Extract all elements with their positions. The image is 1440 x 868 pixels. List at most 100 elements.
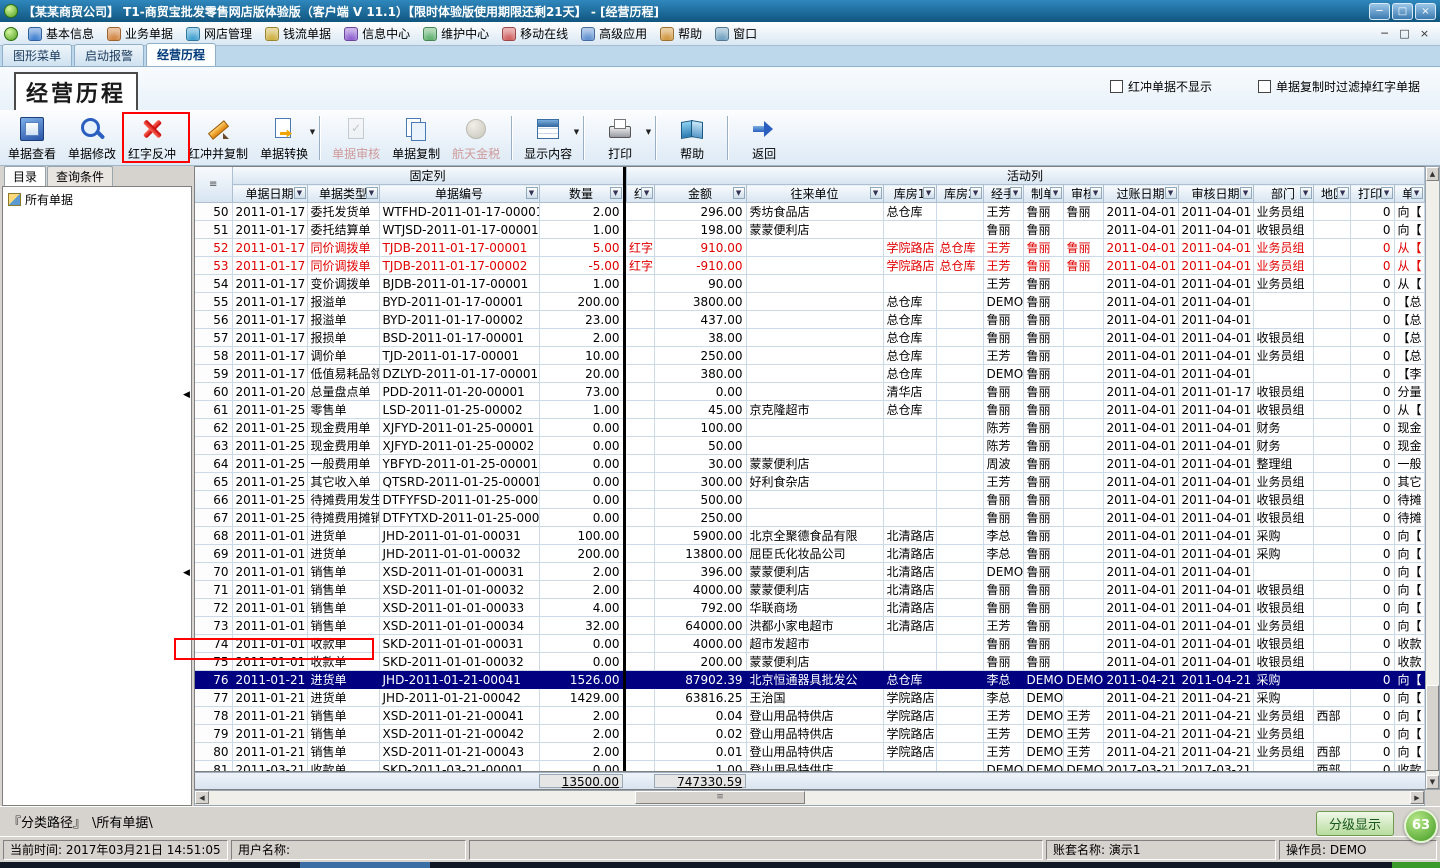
- table-row-65[interactable]: 652011-01-25其它收入单QTSRD-2011-01-25-000010…: [195, 473, 1424, 491]
- table-row-75[interactable]: 752011-01-01收款单SKD-2011-01-01-000320.002…: [195, 653, 1424, 671]
- sidebar-tab-query-conditions[interactable]: 查询条件: [47, 166, 113, 186]
- filter-dropdown-icon[interactable]: ▼: [1337, 187, 1349, 199]
- column-header-code[interactable]: 单据编号▼: [379, 185, 539, 203]
- checkbox-hide-red-docs[interactable]: 红冲单据不显示: [1110, 78, 1212, 95]
- menu-item-mobile-online[interactable]: 移动在线: [497, 23, 576, 44]
- filter-dropdown-icon[interactable]: ▼: [1010, 187, 1022, 199]
- table-row-51[interactable]: 512011-01-17委托结算单WTJSD-2011-01-17-000011…: [195, 221, 1424, 239]
- horizontal-scroll-thumb[interactable]: ≡: [635, 791, 805, 804]
- mdi-minimize-button[interactable]: ─: [1377, 27, 1392, 40]
- table-row-50[interactable]: 502011-01-17委托发货单WTFHD-2011-01-17-000012…: [195, 203, 1424, 221]
- column-header-creator[interactable]: 制单人▼: [1023, 185, 1063, 203]
- table-row-74[interactable]: 742011-01-01收款单SKD-2011-01-01-000310.004…: [195, 635, 1424, 653]
- tab-startup-alert[interactable]: 启动报警: [74, 44, 144, 66]
- toolbar-help-button[interactable]: 帮助: [662, 114, 722, 162]
- vertical-scrollbar[interactable]: ▲ ▼: [1425, 166, 1440, 790]
- table-row-73[interactable]: 732011-01-01销售单XSD-2011-01-01-0003432.00…: [195, 617, 1424, 635]
- taskbar-item[interactable]: [300, 862, 430, 868]
- table-row-67[interactable]: 672011-01-25待摊费用摊销DTFYTXD-2011-01-25-000…: [195, 509, 1424, 527]
- column-header-amount[interactable]: 金额▼: [654, 185, 746, 203]
- column-header-audit-date[interactable]: 审核日期▼: [1178, 185, 1253, 203]
- checkbox-icon[interactable]: [1258, 80, 1271, 93]
- column-header-warehouse1[interactable]: 库房1▼: [883, 185, 936, 203]
- filter-dropdown-icon[interactable]: ▼: [970, 187, 982, 199]
- table-row-63[interactable]: 632011-01-25现金费用单XJFYD-2011-01-25-000020…: [195, 437, 1424, 455]
- table-row-55[interactable]: 552011-01-17报溢单BYD-2011-01-17-00001200.0…: [195, 293, 1424, 311]
- checkbox-filter-red-on-copy[interactable]: 单据复制时过滤掉红字单据: [1258, 78, 1420, 95]
- toolbar-doc-view-button[interactable]: 单据查看: [2, 114, 62, 162]
- filter-dropdown-icon[interactable]: ▼: [641, 187, 653, 199]
- filter-dropdown-icon[interactable]: ▼: [366, 187, 378, 199]
- splitter-arrow-icon[interactable]: ◀: [183, 568, 194, 578]
- column-header-dept[interactable]: 部门▼: [1253, 185, 1313, 203]
- table-row-78[interactable]: 782011-01-21销售单XSD-2011-01-21-000412.000…: [195, 707, 1424, 725]
- column-header-auditor[interactable]: 审核人▼: [1063, 185, 1103, 203]
- column-header-warehouse2[interactable]: 库房2▼: [936, 185, 983, 203]
- table-row-68[interactable]: 682011-01-01进货单JHD-2011-01-01-00031100.0…: [195, 527, 1424, 545]
- scroll-right-icon[interactable]: ▶: [1410, 791, 1424, 804]
- menu-item-base-info[interactable]: 基本信息: [23, 23, 102, 44]
- scroll-up-icon[interactable]: ▲: [1426, 167, 1439, 181]
- column-header-qty[interactable]: 数量▼: [539, 185, 623, 203]
- menu-item-advanced-apps[interactable]: 高级应用: [576, 23, 655, 44]
- toolbar-doc-edit-button[interactable]: 单据修改: [62, 114, 122, 162]
- table-row-77[interactable]: 772011-01-21进货单JHD-2011-01-21-000421429.…: [195, 689, 1424, 707]
- filter-dropdown-icon[interactable]: ▼: [1090, 187, 1102, 199]
- scroll-left-icon[interactable]: ◀: [195, 791, 209, 804]
- menu-item-cash-docs[interactable]: 钱流单据: [260, 23, 339, 44]
- filter-dropdown-icon[interactable]: ▼: [1411, 187, 1423, 199]
- vertical-scroll-thumb[interactable]: [1426, 685, 1439, 771]
- menu-item-window[interactable]: 窗口: [710, 23, 765, 44]
- table-row-53[interactable]: 532011-01-17同价调拨单TJDB-2011-01-17-00002-5…: [195, 257, 1424, 275]
- table-row-61[interactable]: 612011-01-25零售单LSD-2011-01-25-000021.004…: [195, 401, 1424, 419]
- dropdown-arrow-icon[interactable]: ▼: [310, 128, 315, 136]
- table-row-64[interactable]: 642011-01-25一般费用单YBFYD-2011-01-25-000010…: [195, 455, 1424, 473]
- column-header-type[interactable]: 单据类型▼: [307, 185, 379, 203]
- table-row-71[interactable]: 712011-01-01销售单XSD-2011-01-01-000322.004…: [195, 581, 1424, 599]
- table-row-79[interactable]: 792011-01-21销售单XSD-2011-01-21-000422.000…: [195, 725, 1424, 743]
- toolbar-display-content-button[interactable]: ▼显示内容: [518, 114, 578, 162]
- column-header-partner[interactable]: 往来单位▼: [746, 185, 883, 203]
- table-row-76[interactable]: 762011-01-21进货单JHD-2011-01-21-000411526.…: [195, 671, 1424, 689]
- column-header-summary[interactable]: 单据摘要▼: [1394, 185, 1424, 203]
- close-button[interactable]: ×: [1415, 3, 1436, 20]
- toolbar-doc-convert-button[interactable]: ▼单据转换: [254, 114, 314, 162]
- table-row-60[interactable]: 602011-01-20总量盘点单PDD-2011-01-20-0000173.…: [195, 383, 1424, 401]
- filter-dropdown-icon[interactable]: ▼: [526, 187, 538, 199]
- menu-item-shop-manage[interactable]: 网店管理: [181, 23, 260, 44]
- frozen-pane-divider-line[interactable]: [623, 167, 626, 771]
- column-header-post-date[interactable]: 过账日期▼: [1103, 185, 1178, 203]
- taskbar-item[interactable]: [1392, 862, 1440, 868]
- menu-item-business-docs[interactable]: 业务单据: [102, 23, 181, 44]
- scroll-down-icon[interactable]: ▼: [1426, 775, 1439, 789]
- column-header-print-count[interactable]: 打印次数▼: [1350, 185, 1394, 203]
- tab-business-history[interactable]: 经营历程: [146, 43, 216, 66]
- mdi-close-button[interactable]: ×: [1417, 27, 1432, 40]
- toolbar-red-reverse-button[interactable]: 红字反冲: [122, 114, 182, 162]
- minimize-button[interactable]: ─: [1369, 3, 1390, 20]
- sidebar-tab-catalog[interactable]: 目录: [4, 166, 46, 186]
- filter-dropdown-icon[interactable]: ▼: [923, 187, 935, 199]
- table-row-57[interactable]: 572011-01-17报损单BSD-2011-01-17-000012.003…: [195, 329, 1424, 347]
- filter-dropdown-icon[interactable]: ▼: [1240, 187, 1252, 199]
- toolbar-back-button[interactable]: 返回: [734, 114, 794, 162]
- filter-dropdown-icon[interactable]: ▼: [870, 187, 882, 199]
- toolbar-doc-copy-button[interactable]: 单据复制: [386, 114, 446, 162]
- table-row-59[interactable]: 592011-01-17低值易耗品领DZLYD-2011-01-17-00001…: [195, 365, 1424, 383]
- table-row-66[interactable]: 662011-01-25待摊费用发生DTFYFSD-2011-01-25-000…: [195, 491, 1424, 509]
- filter-dropdown-icon[interactable]: ▼: [1300, 187, 1312, 199]
- tab-graphic-menu[interactable]: 图形菜单: [2, 44, 72, 66]
- splitter-arrow-icon[interactable]: ◀: [183, 390, 194, 400]
- maximize-button[interactable]: □: [1392, 3, 1413, 20]
- column-header-region[interactable]: 地区▼: [1313, 185, 1350, 203]
- menu-item-help[interactable]: 帮助: [655, 23, 710, 44]
- table-row-52[interactable]: 522011-01-17同价调拨单TJDB-2011-01-17-000015.…: [195, 239, 1424, 257]
- dropdown-arrow-icon[interactable]: ▼: [646, 128, 651, 136]
- mdi-restore-button[interactable]: □: [1397, 27, 1412, 40]
- table-row-62[interactable]: 622011-01-25现金费用单XJFYD-2011-01-25-000010…: [195, 419, 1424, 437]
- column-header-date[interactable]: 单据日期▼: [232, 185, 307, 203]
- filter-dropdown-icon[interactable]: ▼: [1381, 187, 1393, 199]
- menu-item-info-center[interactable]: 信息中心: [339, 23, 418, 44]
- table-row-58[interactable]: 582011-01-17调价单TJD-2011-01-17-0000110.00…: [195, 347, 1424, 365]
- os-taskbar[interactable]: [0, 862, 1440, 868]
